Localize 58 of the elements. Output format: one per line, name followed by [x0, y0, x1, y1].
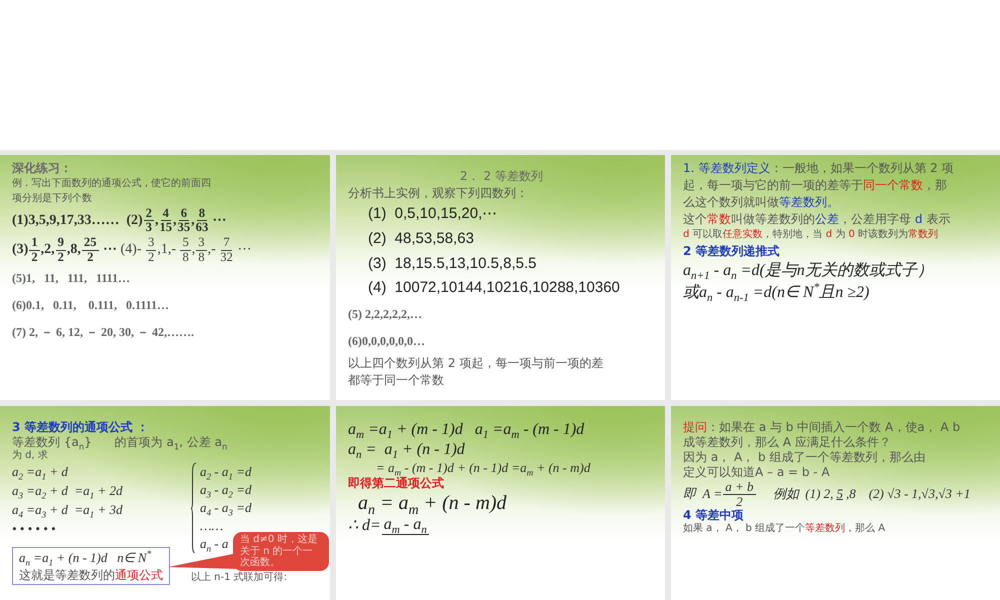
slide-text: 以上四个数列从第 2 项起，每一项与前一项的差 [348, 356, 604, 371]
formula: a$_{n+1}$ - a$_{n}$ =d(是与n无关的数或式子） [683, 260, 933, 280]
slide-text: 这就是等差数列的通项公式 [19, 568, 163, 583]
formula: a$_{n}$ - a [200, 535, 228, 554]
slide-thumbnail[interactable] [0, 406, 330, 600]
slide-text: 么这个数列就叫做等差数列。 [683, 195, 839, 210]
slide-text: (5) 2,2,2,2,2,… [348, 307, 422, 322]
slide-text: (4) 10072,10144,10216,10288,10360 [368, 279, 620, 298]
slide-heading: 3 等差数列的通项公式 ： [12, 420, 149, 435]
callout: 当 d≠0 时，这是关于 n 的一个一次函数。 [233, 532, 329, 570]
slide-text: 等差数列 {a$_{n}$} 的首项为 a$_{1}$, 公差 a$_{n}$ [12, 435, 228, 450]
formula: a$_{3}$ =a$_{2}$ + d =a$_{1}$ + 2d [12, 482, 122, 500]
slide-text: 定义可以知道A – a = b - A [683, 465, 830, 480]
slide-text: (5)1, 11, 111, 1111… [12, 270, 130, 286]
formula: a$_{n}$ = a$_{1}$ + (n - 1)d [348, 440, 465, 460]
formula: • • • • • • [12, 520, 56, 538]
slide-heading: 2 等差数列递推式 [683, 244, 780, 258]
formula: a$_{4}$ - a$_{3}$ =d [200, 498, 252, 518]
slide-thumbnail[interactable] [0, 155, 330, 400]
slide-thumbnail[interactable]: 2． 2 等差数列 分析书上实例，观察下列四数列： (1) 0,5,10,15,20,⋯ (2) 48,53,58,63 (3) 18,15.5,13,10.5,8,5.5 (4) 10072,10144,10216,10288,10360 (5) 2,2,2,2,2,… (6)0,0,0,0,0,0… 以上四个数列从第 2 项起，每一项与前一项的差 都等于同一个常数 [336, 155, 665, 400]
slide-text: 分析书上实例，观察下列四数列： [348, 186, 528, 201]
formula: a$_{2}$ =a$_{1}$ + d [12, 462, 68, 481]
brace-icon [191, 462, 197, 554]
formula: 或a$_{n}$ - a$_{n-1}$ =d(n∈ N$^{*}$且n ≥2) [683, 282, 870, 302]
slide-text: (7) 2, － 6, 12, － 20, 30, － 42,……. [12, 324, 194, 340]
slide-heading: 深化练习： [12, 161, 72, 176]
slide-text: 这个常数叫做等差数列的公差，公差用字母 d 表示 [683, 212, 950, 227]
slide-heading: 即得第二通项公式 [348, 476, 444, 492]
slide-text: 因为 a， A， b 组成了一个等差数列，那么由 [683, 450, 926, 465]
formula: …… [200, 517, 224, 536]
slide-text: (2) 48,53,58,63 [368, 230, 474, 248]
slide-title: 2． 2 等差数列 [460, 169, 543, 184]
slide-thumbnail[interactable] [671, 155, 1000, 400]
slide-text: 1. 等差数列定义：一般地，如果一个数列从第 2 项 [683, 161, 954, 176]
slide-text: d 可以取任意实数，特别地，当 d 为 0 时该数列为常数列 [683, 229, 938, 242]
slide-text: (6)0,0,0,0,0,0… [348, 334, 425, 349]
formula: a$_{n}$ =a$_{1}$ + (n - 1)d n∈ N$^{*}$ [19, 549, 152, 568]
slide-text: 起，每一项与它的前一项的差等于同一个常数，那 [683, 178, 947, 193]
formula: = a$_{m}$ - (m - 1)d + (n - 1)d =a$_{m}$ + (n - m)d [376, 460, 590, 476]
slide-text: 为 d, 求 [12, 450, 48, 462]
slide-text: 成等差数列，那么 A 应满足什么条件？ [683, 435, 891, 450]
slide-text: (6)0.1, 0.11, 0.111, 0.1111… [12, 298, 170, 313]
slide-text: 项分别是下列个数 [12, 192, 92, 205]
slide-text: 如果 a， A， b 组成了一个等差数列，那么 A [683, 523, 886, 536]
formula: a$_{n}$ = a$_{m}$ + (n - m)d [358, 491, 507, 516]
slide-heading: 4 等差中项 [683, 508, 744, 523]
slide-text: 都等于同一个常数 [348, 373, 444, 388]
slide-text: 提问：如果在 a 与 b 中间插入一个数 A，使a， A b [683, 420, 960, 435]
formula: a$_{4}$ =a$_{3}$ + d =a$_{1}$ + 3d [12, 500, 122, 520]
slide-text: (1) 0,5,10,15,20,⋯ [368, 205, 498, 224]
formula: a$_{m}$ =a$_{1}$ + (m - 1)d a$_{1}$ =a$_{m}$ - (m - 1)d [348, 420, 584, 440]
formula: a$_{3}$ - a$_{2}$ =d [200, 480, 252, 499]
slide-text: (3) 18,15.5,13,10.5,8,5.5 [368, 254, 536, 274]
formula: a$_{2}$ - a$_{1}$ =d [200, 462, 252, 481]
slide-thumbnail[interactable]: a$_{m}$ =a$_{1}$ + (m - 1)d a$_{1}$ =a$_{m}$ - (m - 1)d a$_{n}$ = a$_{1}$ + (n - 1)d = a$_{m}$ - (m - 1)d + (n - 1)d =a$_{m}$ + (n - m)d 即得第二通项公式 a$_{n}$ = a$_{m}$ + (n - m)d ∴ d= a$_{m}$ - a$_{n}$ [336, 406, 665, 600]
slide-text: 例 . 写出下面数列的通项公式 , 使它的前面四 [12, 178, 212, 190]
slide-text: 以上 n-1 式联加可得: [191, 572, 288, 585]
formula: ∴ d= a$_{m}$ - a$_{n}$ [348, 516, 430, 536]
